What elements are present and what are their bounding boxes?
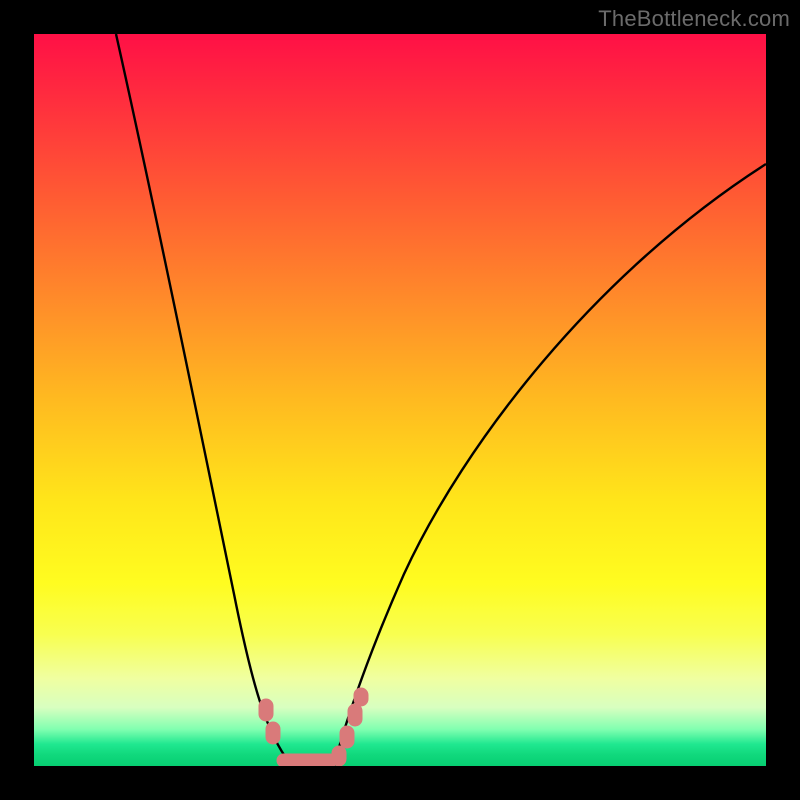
marker	[348, 704, 362, 726]
marker	[332, 746, 346, 766]
curve-layer	[34, 34, 766, 766]
marker	[266, 722, 280, 744]
marker	[354, 688, 368, 706]
left-curve	[116, 34, 292, 766]
chart-frame: TheBottleneck.com	[0, 0, 800, 800]
marker-group	[259, 688, 368, 766]
marker	[259, 699, 273, 721]
watermark-text: TheBottleneck.com	[598, 6, 790, 32]
marker	[277, 754, 337, 766]
plot-area	[34, 34, 766, 766]
right-curve	[334, 164, 766, 766]
marker	[340, 726, 354, 748]
